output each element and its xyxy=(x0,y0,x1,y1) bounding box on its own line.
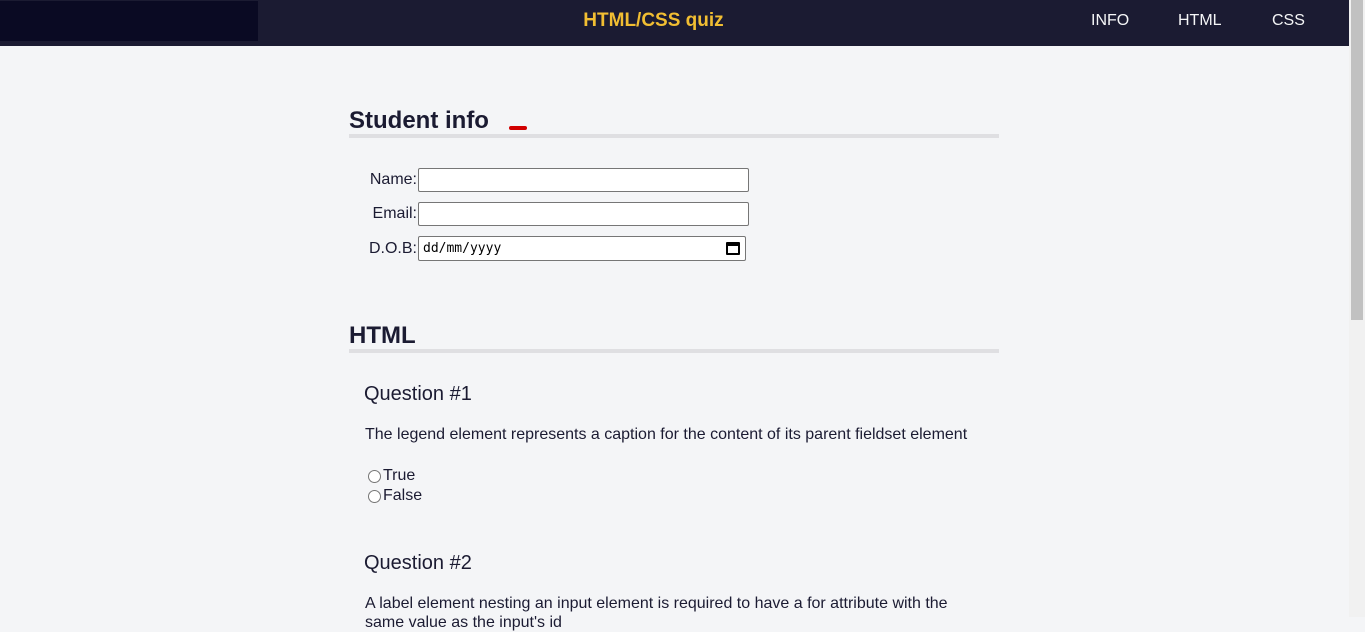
email-input[interactable] xyxy=(418,202,749,226)
section-divider xyxy=(349,349,999,353)
dob-input[interactable]: dd/mm/yyyy xyxy=(418,236,746,261)
question-2-text: A label element nesting an input element… xyxy=(365,595,948,631)
calendar-icon[interactable] xyxy=(726,242,740,255)
option-label: False xyxy=(383,487,423,504)
section-heading-student-info: Student info xyxy=(349,107,489,134)
section-heading-html: HTML xyxy=(349,322,416,349)
name-label: Name: xyxy=(369,171,417,188)
question-1-text: The legend element represents a caption … xyxy=(365,426,968,443)
radio-button[interactable] xyxy=(368,489,381,503)
email-label: Email: xyxy=(372,205,417,222)
question-1-option-false[interactable]: False xyxy=(368,487,422,505)
dob-placeholder: dd/mm/yyyy xyxy=(423,241,502,256)
site-header: HTML/CSS quiz INFO HTML CSS xyxy=(0,0,1349,46)
nav-link-info[interactable]: INFO xyxy=(1091,12,1129,30)
nav-link-html[interactable]: HTML xyxy=(1178,12,1222,30)
scrollbar-thumb[interactable] xyxy=(1351,0,1363,320)
section-divider xyxy=(349,134,999,138)
name-input[interactable] xyxy=(418,168,749,192)
radio-button[interactable] xyxy=(368,469,381,483)
dob-label: D.O.B: xyxy=(368,240,417,257)
option-label: True xyxy=(383,467,416,484)
question-1-option-true[interactable]: True xyxy=(368,467,415,485)
error-indicator xyxy=(509,126,527,130)
question-2-title: Question #2 xyxy=(364,552,472,574)
question-1-title: Question #1 xyxy=(364,383,472,405)
nav-link-css[interactable]: CSS xyxy=(1272,12,1305,30)
